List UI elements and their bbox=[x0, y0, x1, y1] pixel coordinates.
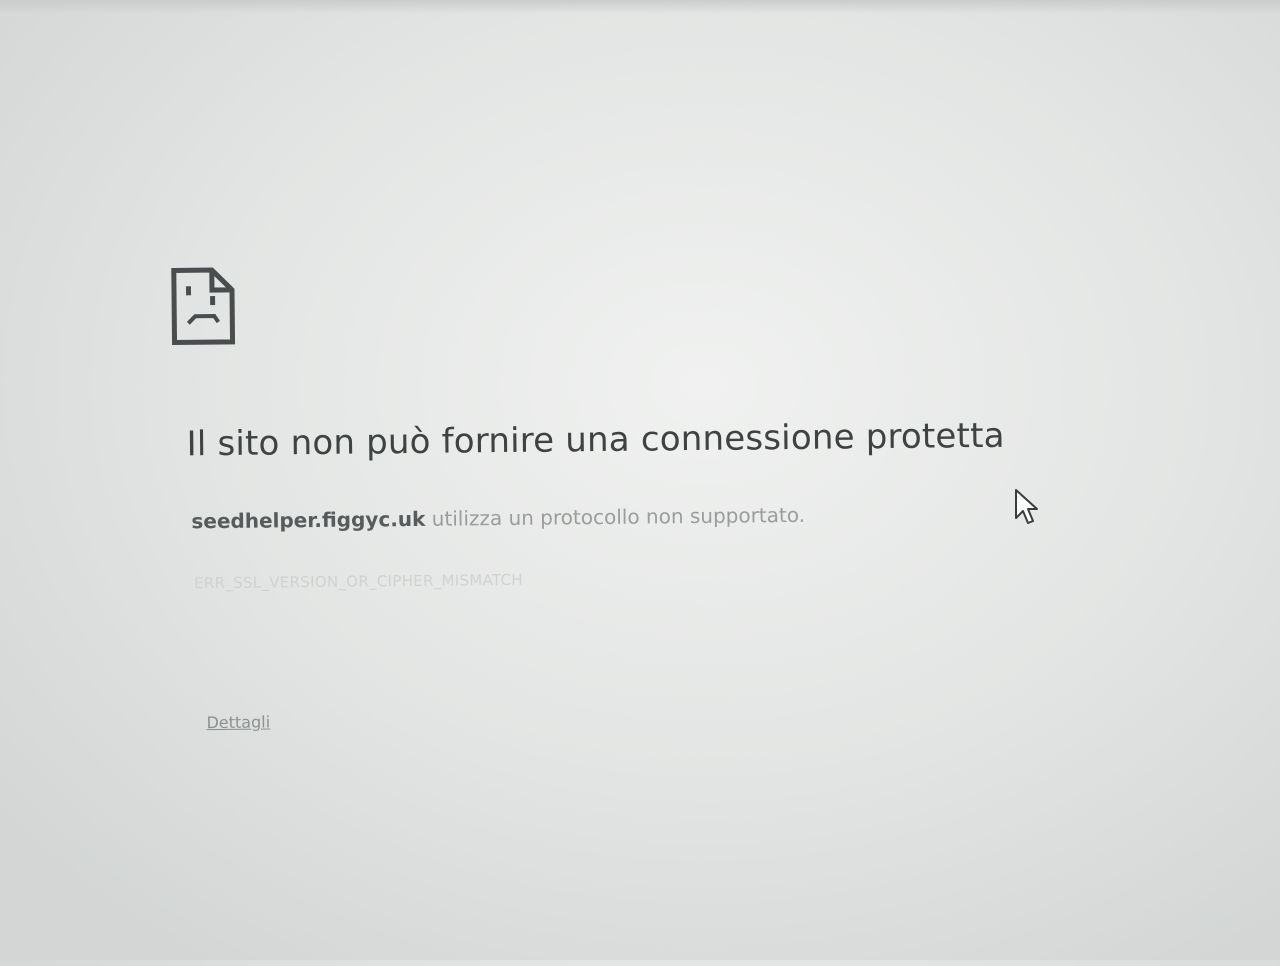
details-button[interactable]: Dettagli bbox=[206, 712, 270, 732]
error-headline: Il sito non può fornire una connessione … bbox=[186, 415, 1005, 465]
error-page: Il sito non può fornire una connessione … bbox=[0, 0, 1280, 966]
sad-page-icon bbox=[171, 267, 236, 345]
error-code: ERR_SSL_VERSION_OR_CIPHER_MISMATCH bbox=[193, 570, 524, 593]
mouse-pointer-icon bbox=[1015, 489, 1038, 524]
error-message: seedhelper.figgyc.uk utilizza un protoco… bbox=[191, 503, 805, 533]
error-message-text: utilizza un protocollo non supportato. bbox=[425, 502, 806, 531]
site-domain: seedhelper.figgyc.uk bbox=[191, 506, 426, 534]
